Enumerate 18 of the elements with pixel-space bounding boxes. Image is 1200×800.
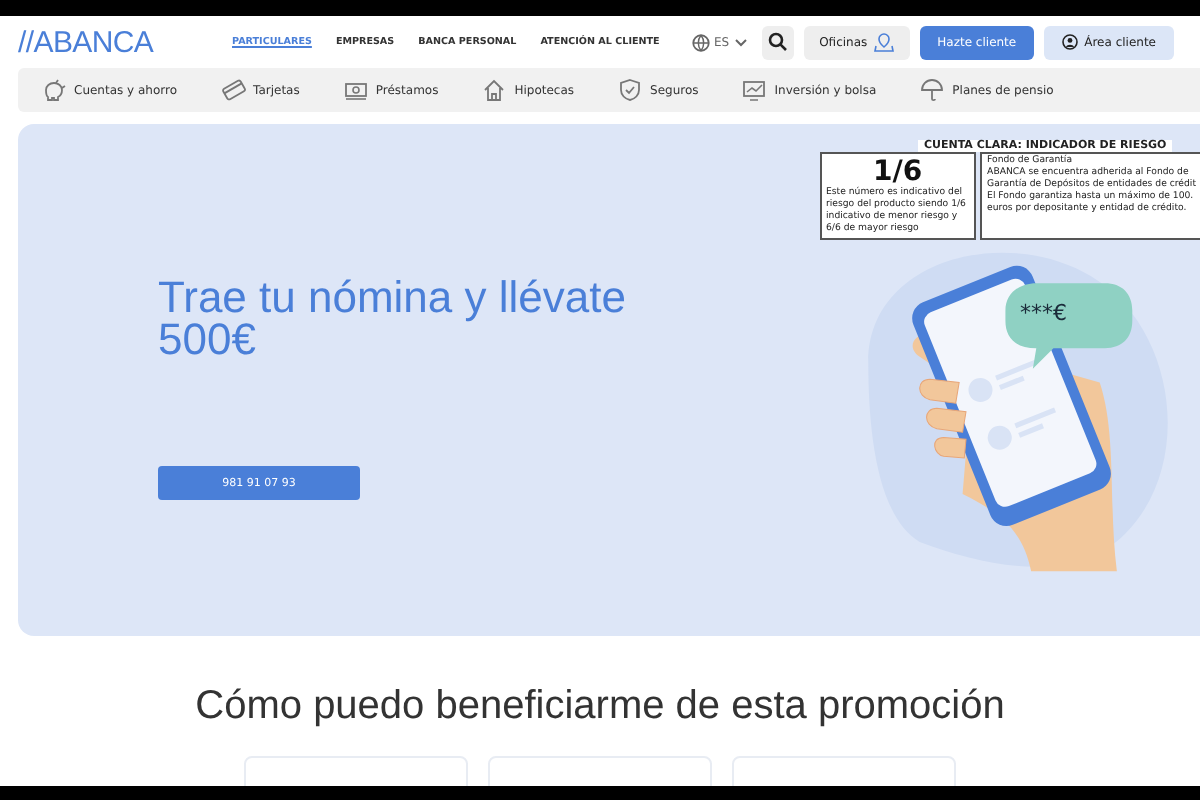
bubble-text: ***€ — [1020, 300, 1067, 326]
map-pin-icon — [873, 32, 894, 52]
card-icon — [221, 78, 246, 102]
chevron-down-icon — [733, 37, 748, 47]
shield-icon — [618, 78, 643, 102]
hero-title: Trae tu nómina y llévate 500€ — [158, 276, 628, 360]
umbrella-icon — [920, 78, 945, 102]
risk-score: 1/6 — [872, 156, 923, 188]
user-icon — [1062, 34, 1079, 50]
money-icon — [343, 78, 368, 102]
globe-icon — [691, 33, 710, 51]
search-button[interactable] — [761, 25, 794, 59]
bank-logo[interactable]: //ABANCA — [18, 25, 198, 59]
chart-icon — [742, 78, 767, 102]
house-icon — [482, 78, 507, 102]
search-icon — [767, 32, 788, 52]
piggy-icon — [42, 78, 66, 102]
section-title: Cómo puedo beneficiarme de esta promoción — [195, 684, 1005, 730]
